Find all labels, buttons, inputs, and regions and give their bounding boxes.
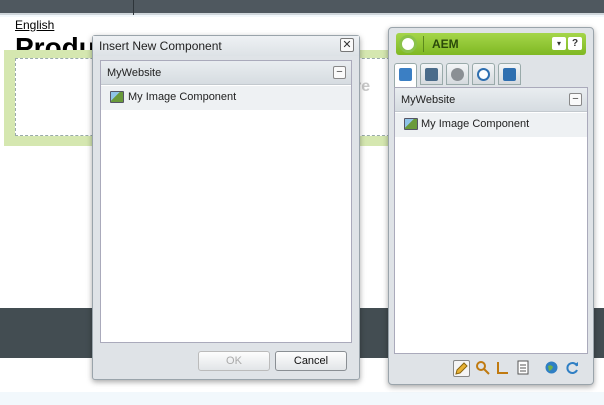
aem-logo-icon [399,35,417,53]
dialog-title: Insert New Component [99,39,222,53]
sidekick-toolbar [449,359,589,379]
page-tab-icon [425,68,438,81]
tab-page[interactable] [420,63,443,85]
top-bar [0,0,604,15]
design-mode-icon[interactable] [495,360,512,377]
sidekick-group-label: MyWebsite [401,94,456,106]
list-item[interactable]: My Image Component [101,86,351,110]
component-group-header[interactable]: MyWebsite − [101,61,351,85]
collapse-icon[interactable]: − [333,66,346,79]
list-item-label: My Image Component [128,91,237,103]
sidekick-component-list: MyWebsite − My Image Component [394,87,588,354]
workflow-tab-icon [503,68,516,81]
top-bar-divider [133,0,134,15]
sidekick-group-header[interactable]: MyWebsite − [395,88,587,112]
page-properties-icon[interactable] [515,360,532,377]
image-component-icon [404,118,418,130]
dialog-header[interactable]: Insert New Component ✕ [93,36,359,56]
header-divider [423,36,424,52]
edit-mode-icon[interactable] [453,360,470,377]
preview-mode-icon[interactable] [475,360,492,377]
ok-button[interactable]: OK [198,351,270,371]
tab-workflow[interactable] [498,63,521,85]
sidekick-tabs [394,63,590,87]
sidekick-panel: AEM ▾ ? MyWebsite − My Image Component [388,27,594,385]
cancel-button[interactable]: Cancel [275,351,347,371]
tab-lock[interactable] [446,63,469,85]
lock-tab-icon [451,68,464,81]
collapse-icon[interactable]: − [569,93,582,106]
sidekick-header[interactable]: AEM ▾ ? [396,33,586,55]
globe-icon[interactable] [544,360,561,377]
close-icon[interactable]: ✕ [340,38,354,52]
list-item[interactable]: My Image Component [395,113,587,137]
help-icon[interactable]: ? [568,37,582,50]
language-link[interactable]: English [15,18,54,32]
components-tab-icon [399,68,412,81]
chevron-down-icon[interactable]: ▾ [552,37,566,50]
sidekick-title: AEM [432,37,459,51]
versioning-tab-icon [477,68,490,81]
tab-components[interactable] [394,63,417,87]
refresh-icon[interactable] [565,360,582,377]
list-item-label: My Image Component [421,118,530,130]
component-list: MyWebsite − My Image Component [100,60,352,343]
tab-versioning[interactable] [472,63,495,85]
component-group-label: MyWebsite [107,67,162,79]
dialog-footer: OK Cancel [93,346,359,380]
image-component-icon [110,91,124,103]
insert-component-dialog: Insert New Component ✕ MyWebsite − My Im… [92,35,360,380]
